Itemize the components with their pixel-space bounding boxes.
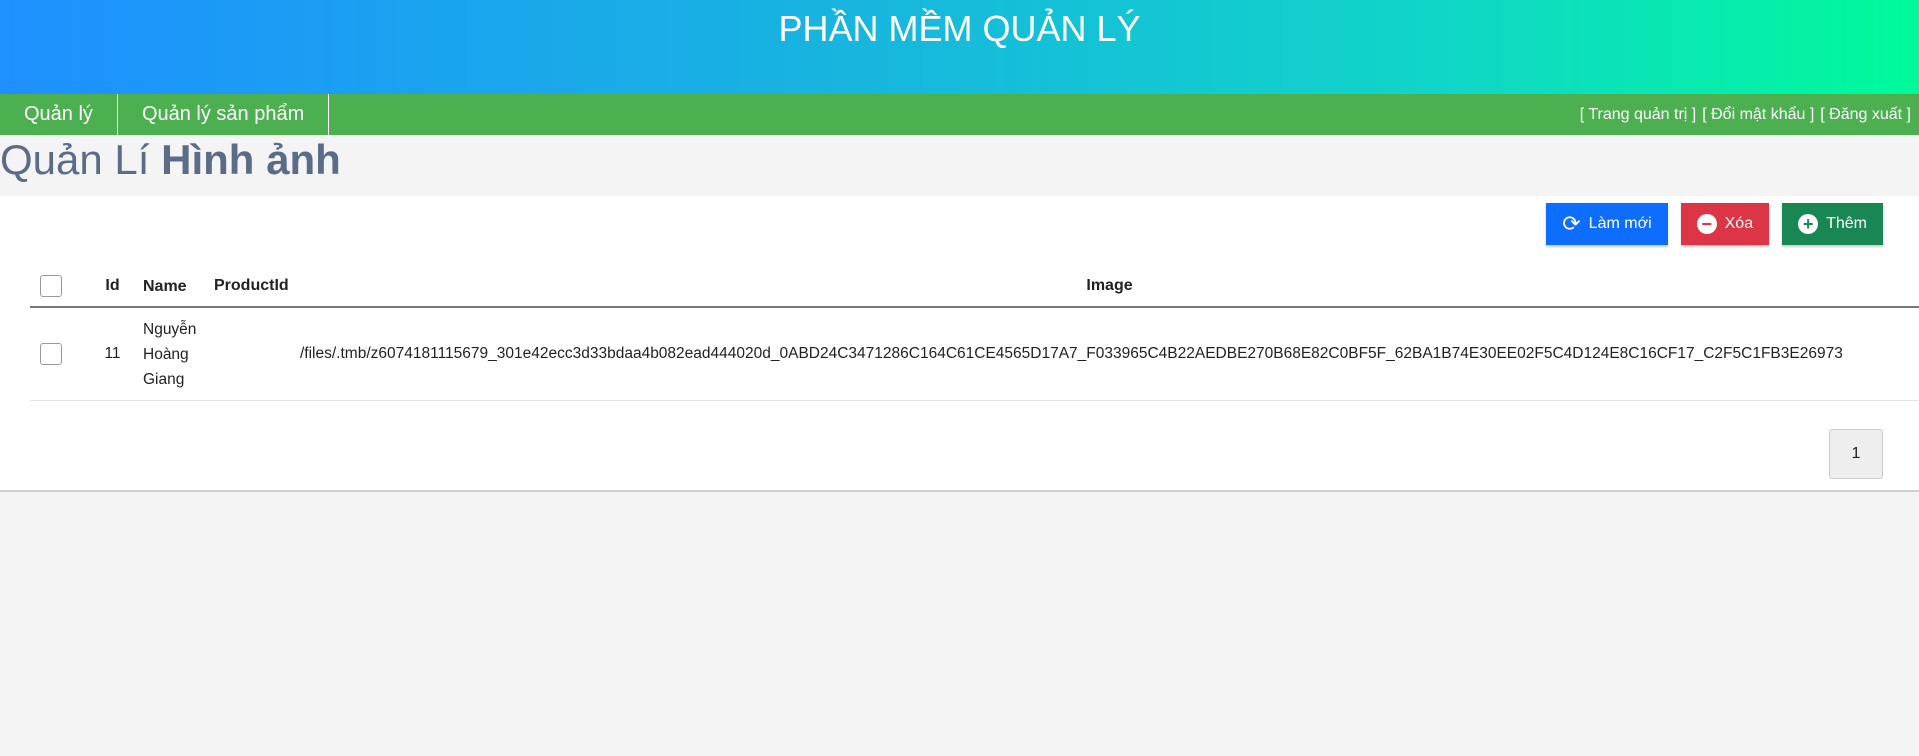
refresh-button-label: Làm mới <box>1588 215 1652 232</box>
admin-page-link[interactable]: [ Trang quản trị ] <box>1580 106 1697 124</box>
nav-item-quan-ly[interactable]: Quản lý <box>0 94 118 135</box>
column-header-image[interactable]: Image <box>300 277 1919 295</box>
page-button-1[interactable]: 1 <box>1829 429 1883 479</box>
refresh-icon: ⟳ <box>1562 211 1581 236</box>
minus-circle-icon: − <box>1696 214 1717 234</box>
app-title: PHẦN MỀM QUẢN LÝ <box>778 8 1141 49</box>
row-image-path: /files/.tmb/z6074181115679_301e42ecc3d33… <box>300 345 1843 362</box>
pagination: 1 <box>1829 429 1883 479</box>
toolbar: ⟳ Làm mới − Xóa + Thêm <box>1546 203 1883 245</box>
column-header-productid[interactable]: ProductId <box>210 277 300 295</box>
delete-button[interactable]: − Xóa <box>1680 203 1770 245</box>
add-button-label: Thêm <box>1826 215 1867 232</box>
plus-circle-icon: + <box>1798 214 1819 234</box>
table-header: Id Name ProductId Image <box>30 266 1919 308</box>
column-header-name[interactable]: Name <box>135 274 210 299</box>
top-navbar: Quản lý Quản lý sản phẩm [ Trang quản tr… <box>0 94 1919 135</box>
account-links: [ Trang quản trị ] [ Đổi mật khẩu ] [ Đă… <box>1580 106 1919 124</box>
row-name: Nguyễn Hoàng Giang <box>143 320 197 388</box>
table-row[interactable]: 11 Nguyễn Hoàng Giang /files/.tmb/z60741… <box>30 308 1919 401</box>
nav-item-quan-ly-san-pham[interactable]: Quản lý sản phẩm <box>118 94 330 135</box>
image-table: Id Name ProductId Image 11 Nguyễn Hoàng … <box>30 266 1919 401</box>
select-all-checkbox[interactable] <box>40 275 62 297</box>
column-header-id[interactable]: Id <box>90 277 135 295</box>
app-header: PHẦN MỀM QUẢN LÝ <box>0 0 1919 94</box>
page-title: Quản Lí Hình ảnh <box>0 135 1919 196</box>
row-checkbox[interactable] <box>40 343 62 365</box>
page-title-bold: Hình ảnh <box>161 136 341 183</box>
row-id: 11 <box>104 345 121 362</box>
row-select-cell <box>30 343 90 365</box>
select-all-cell <box>30 275 90 297</box>
refresh-button[interactable]: ⟳ Làm mới <box>1546 203 1668 245</box>
content-panel: ⟳ Làm mới − Xóa + Thêm Id Name ProductId… <box>0 196 1919 492</box>
nav-menu: Quản lý Quản lý sản phẩm <box>0 94 330 135</box>
delete-button-label: Xóa <box>1724 215 1754 232</box>
add-button[interactable]: + Thêm <box>1782 203 1883 245</box>
change-password-link[interactable]: [ Đổi mật khẩu ] <box>1702 106 1814 124</box>
logout-link[interactable]: [ Đăng xuất ] <box>1820 106 1911 124</box>
page-title-prefix: Quản Lí <box>0 136 162 183</box>
